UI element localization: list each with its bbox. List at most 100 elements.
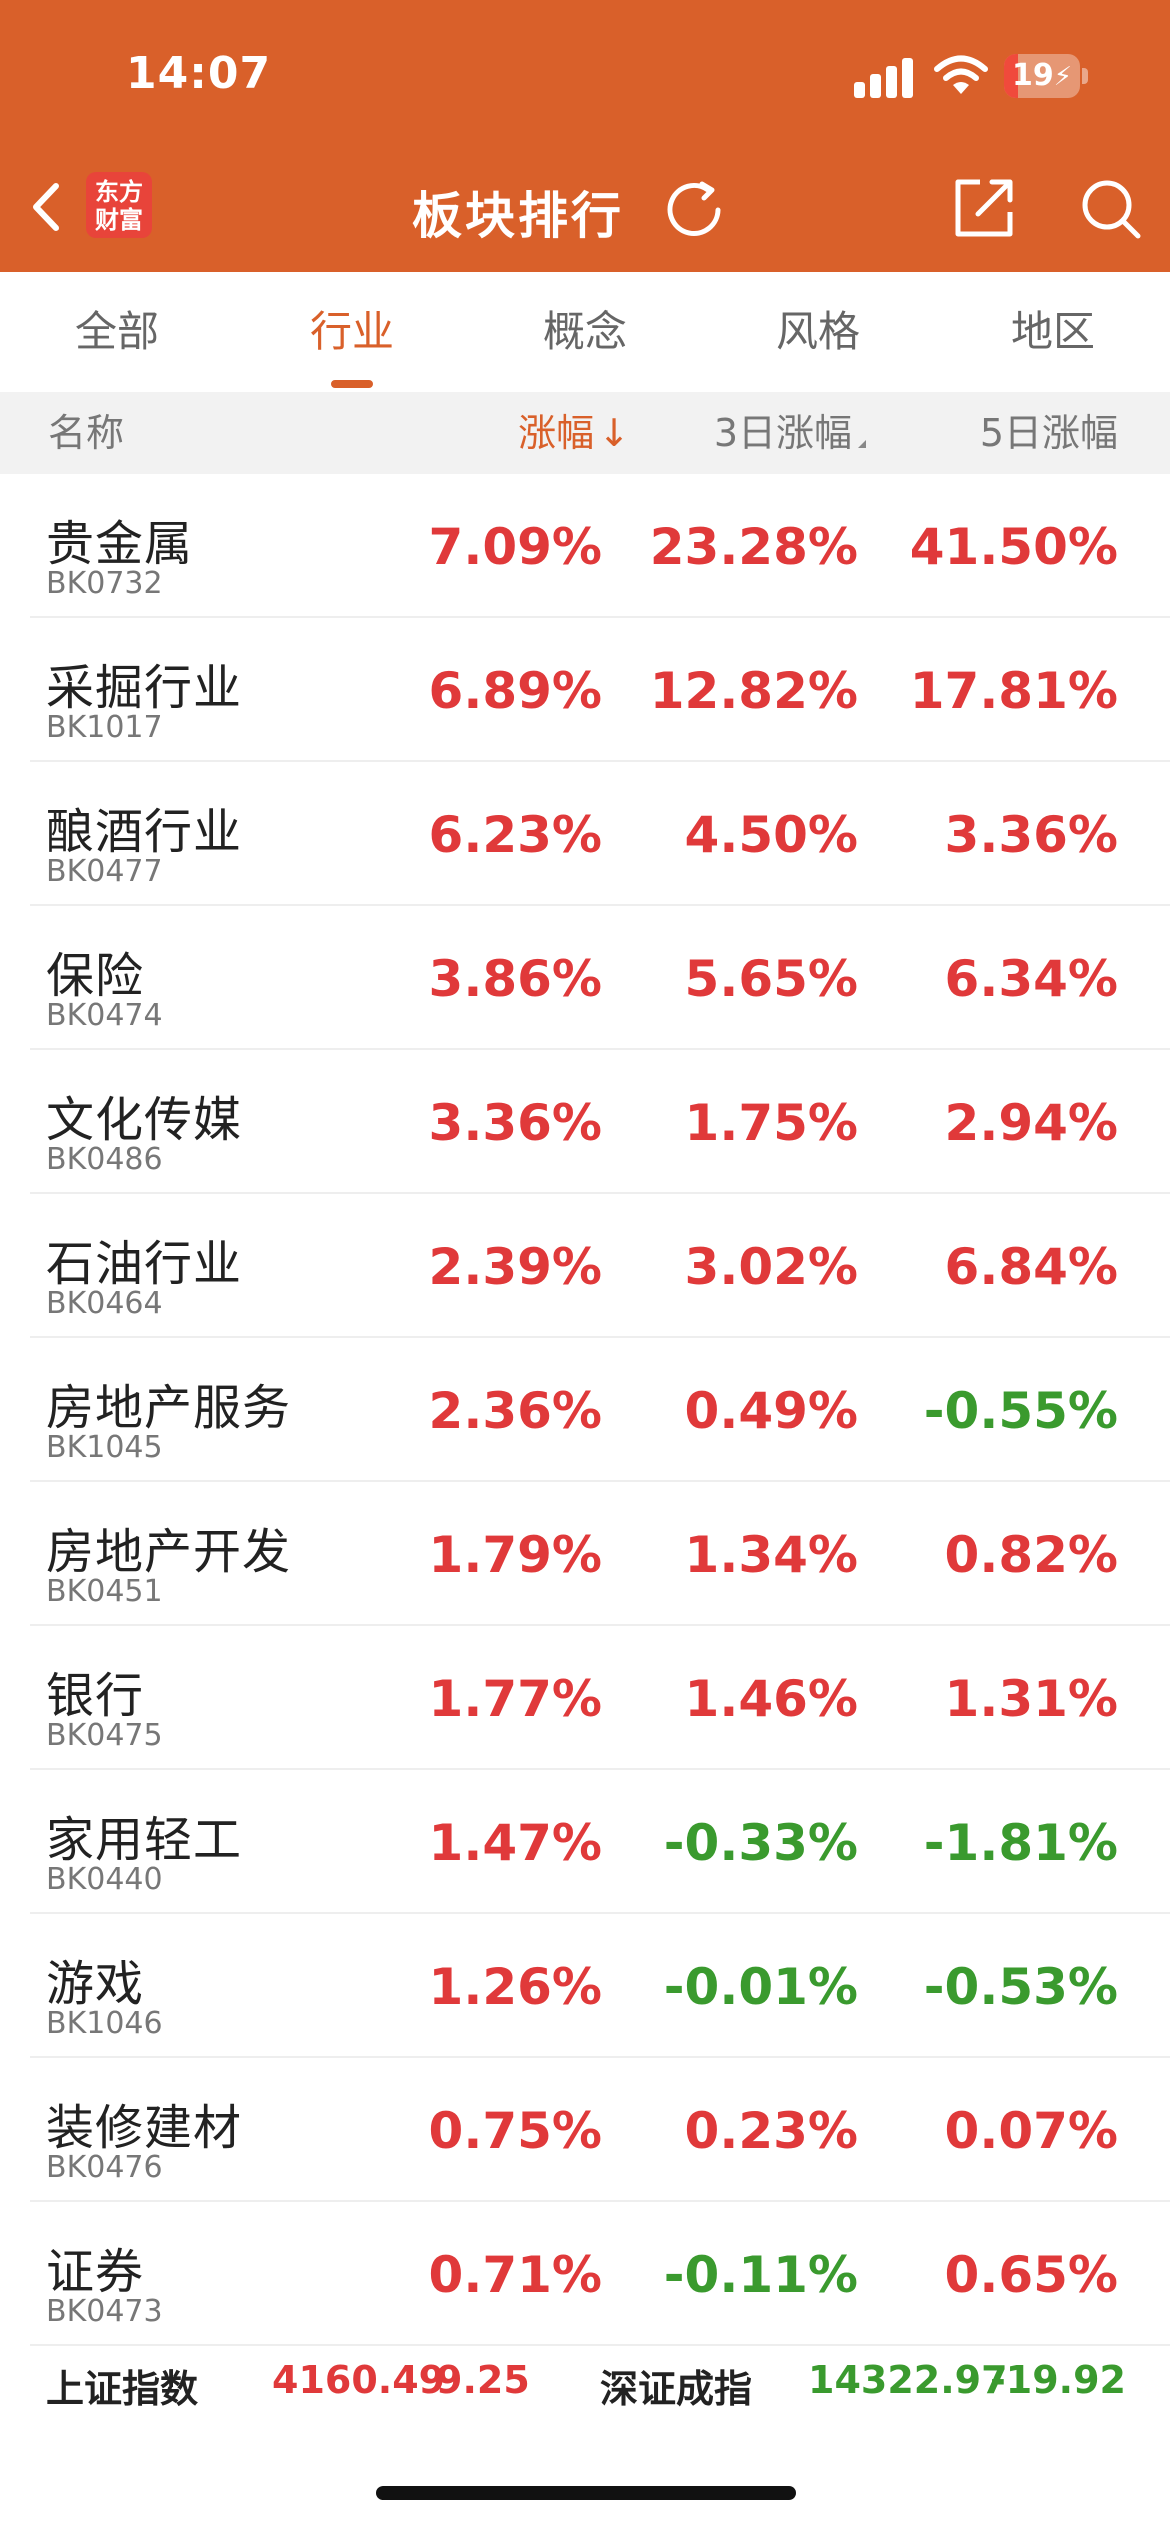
logo-line-2: 财富: [95, 206, 143, 234]
sz-index-change: -19.92: [990, 2358, 1126, 2402]
sector-change-3d: 1.75%: [684, 1094, 858, 1152]
sector-change-3d: 1.34%: [684, 1526, 858, 1584]
sector-code: BK0464: [46, 1286, 163, 1321]
sector-row[interactable]: 酿酒行业 BK0477 6.23% 4.50% 3.36%: [0, 762, 1170, 906]
sector-row[interactable]: 保险 BK0474 3.86% 5.65% 6.34%: [0, 906, 1170, 1050]
sector-name: 房地产服务: [46, 1380, 292, 1436]
sector-row[interactable]: 游戏 BK1046 1.26% -0.01% -0.53%: [0, 1914, 1170, 2058]
tab-region[interactable]: 地区: [963, 272, 1143, 392]
sector-change: 2.36%: [428, 1382, 602, 1440]
sector-code: BK0475: [46, 1718, 163, 1753]
column-change-3d-label: 3日涨幅: [713, 411, 852, 455]
sector-change: 6.23%: [428, 806, 602, 864]
sector-code: BK0473: [46, 2294, 163, 2329]
sector-name: 证券: [46, 2244, 145, 2300]
sector-change: 3.86%: [428, 950, 602, 1008]
sector-change: 0.71%: [428, 2246, 602, 2304]
sector-change-5d: -0.53%: [923, 1958, 1118, 2016]
sector-row[interactable]: 房地产开发 BK0451 1.79% 1.34% 0.82%: [0, 1482, 1170, 1626]
column-name: 名称: [48, 411, 125, 455]
battery-level: 19: [1011, 58, 1054, 93]
sh-index-name: 上证指数: [46, 2367, 199, 2411]
sector-name: 石油行业: [46, 1236, 243, 1292]
app-header: 14:07 19⚡ 东方 财富 板块排行: [0, 0, 1170, 272]
sector-change: 6.89%: [428, 662, 602, 720]
sector-code: BK0440: [46, 1862, 163, 1897]
sector-change-3d: 23.28%: [649, 518, 858, 576]
sector-change: 0.75%: [428, 2102, 602, 2160]
home-indicator[interactable]: [376, 2486, 796, 2500]
active-tab-indicator: [331, 380, 373, 388]
sector-change-5d: 0.07%: [944, 2102, 1118, 2160]
category-tabs: 全部 行业 概念 风格 地区: [0, 272, 1170, 392]
sector-name: 银行: [46, 1668, 145, 1724]
sector-change: 1.47%: [428, 1814, 602, 1872]
sector-change-5d: 6.34%: [944, 950, 1118, 1008]
sector-row[interactable]: 采掘行业 BK1017 6.89% 12.82% 17.81%: [0, 618, 1170, 762]
page-title: 板块排行: [412, 187, 624, 245]
column-header: 名称 涨幅 ↓ 3日涨幅 5日涨幅: [0, 392, 1170, 474]
back-button[interactable]: [22, 172, 78, 242]
column-change-sort[interactable]: 涨幅 ↓: [518, 392, 630, 474]
sector-row[interactable]: 证券 BK0473 0.71% -0.11% 0.65%: [0, 2202, 1170, 2346]
sector-code: BK0474: [46, 998, 163, 1033]
sector-change-5d: 6.84%: [944, 1238, 1118, 1296]
sector-code: BK0451: [46, 1574, 163, 1609]
sector-name: 游戏: [46, 1956, 145, 2012]
app-logo: 东方 财富: [86, 172, 152, 238]
sector-code: BK1045: [46, 1430, 163, 1465]
sector-code: BK1046: [46, 2006, 163, 2041]
sector-row[interactable]: 家用轻工 BK0440 1.47% -0.33% -1.81%: [0, 1770, 1170, 1914]
sector-change-5d: -0.55%: [923, 1382, 1118, 1440]
sector-row[interactable]: 装修建材 BK0476 0.75% 0.23% 0.07%: [0, 2058, 1170, 2202]
sector-row[interactable]: 文化传媒 BK0486 3.36% 1.75% 2.94%: [0, 1050, 1170, 1194]
sector-change-5d: 2.94%: [944, 1094, 1118, 1152]
sector-row[interactable]: 石油行业 BK0464 2.39% 3.02% 6.84%: [0, 1194, 1170, 1338]
sector-row[interactable]: 银行 BK0475 1.77% 1.46% 1.31%: [0, 1626, 1170, 1770]
sector-code: BK0477: [46, 854, 163, 889]
sector-change-3d: 0.23%: [684, 2102, 858, 2160]
cellular-signal-icon: [854, 58, 914, 98]
wifi-icon: [934, 55, 988, 94]
sector-change-3d: 12.82%: [649, 662, 858, 720]
sector-row[interactable]: 贵金属 BK0732 7.09% 23.28% 41.50%: [0, 474, 1170, 618]
sector-change-3d: -0.33%: [663, 1814, 858, 1872]
sector-name: 采掘行业: [46, 660, 243, 716]
sector-list: 贵金属 BK0732 7.09% 23.28% 41.50% 采掘行业 BK1017 6.89…: [0, 474, 1170, 2346]
search-button[interactable]: [1078, 176, 1144, 242]
tab-style[interactable]: 风格: [728, 272, 908, 392]
sector-change-3d: 3.02%: [684, 1238, 858, 1296]
sector-change-5d: 17.81%: [909, 662, 1118, 720]
sh-index-value: 4160.49: [272, 2358, 446, 2402]
sector-name: 保险: [46, 948, 145, 1004]
tab-industry[interactable]: 行业: [262, 272, 442, 392]
sector-name: 酿酒行业: [46, 804, 243, 860]
sector-change: 2.39%: [428, 1238, 602, 1296]
column-change-label: 涨幅: [518, 411, 595, 455]
index-ticker-bar[interactable]: 上证指数 4160.49 9.25 深证成指 14322.97 -19.92: [0, 2346, 1170, 2418]
charging-bolt-icon: ⚡: [1053, 62, 1072, 92]
sector-change-5d: 41.50%: [909, 518, 1118, 576]
sector-name: 房地产开发: [46, 1524, 292, 1580]
column-change-5d-sort[interactable]: 5日涨幅: [980, 392, 1118, 474]
share-button[interactable]: [950, 174, 1018, 242]
sector-change-5d: 0.82%: [944, 1526, 1118, 1584]
sector-change-5d: 0.65%: [944, 2246, 1118, 2304]
column-change-3d-sort[interactable]: 3日涨幅: [714, 392, 866, 474]
sector-change-3d: 1.46%: [684, 1670, 858, 1728]
sector-name: 家用轻工: [46, 1812, 243, 1868]
sector-change-5d: 3.36%: [944, 806, 1118, 864]
sort-down-arrow-icon: ↓: [598, 411, 630, 455]
sz-index-name: 深证成指: [600, 2367, 753, 2411]
sector-change: 1.26%: [428, 1958, 602, 2016]
sector-change-3d: -0.11%: [663, 2246, 858, 2304]
sector-row[interactable]: 房地产服务 BK1045 2.36% 0.49% -0.55%: [0, 1338, 1170, 1482]
tab-all[interactable]: 全部: [27, 272, 207, 392]
sector-name: 装修建材: [46, 2100, 243, 2156]
sector-code: BK1017: [46, 710, 163, 745]
sector-change-5d: -1.81%: [923, 1814, 1118, 1872]
sector-change-3d: 5.65%: [684, 950, 858, 1008]
refresh-button[interactable]: [662, 178, 726, 242]
battery-indicator: 19⚡: [1004, 54, 1088, 98]
tab-concept[interactable]: 概念: [495, 272, 675, 392]
